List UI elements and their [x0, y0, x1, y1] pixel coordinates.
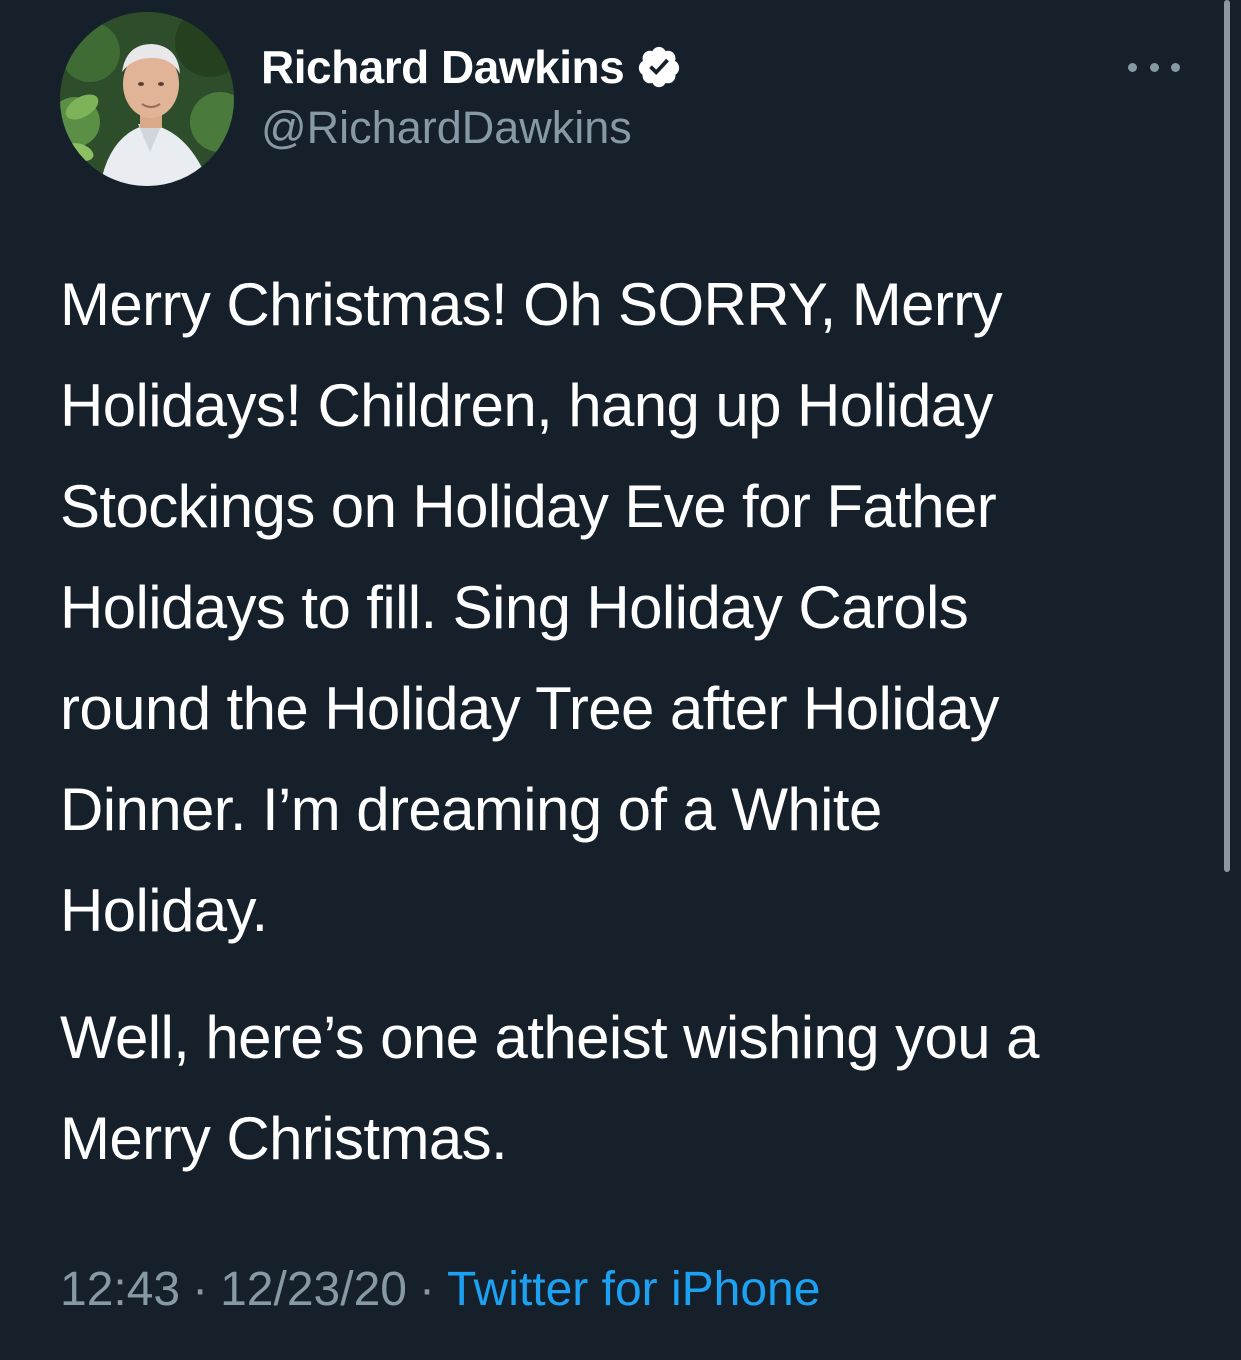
avatar[interactable] [60, 12, 234, 186]
verified-badge-icon [636, 44, 682, 90]
author-name[interactable]: Richard Dawkins [261, 40, 625, 94]
more-dot [1171, 62, 1180, 72]
tweet-meta: 12:43 · 12/23/20 · Twitter for iPhone [60, 1262, 820, 1317]
scrollbar[interactable] [1224, 0, 1230, 872]
tweet-text: Merry Christmas! Oh SORRY, Merry Holiday… [60, 254, 1180, 1189]
more-options-icon[interactable] [1128, 52, 1180, 82]
tweet-source-link[interactable]: Twitter for iPhone [447, 1262, 821, 1317]
tweet-paragraph: Merry Christmas! Oh SORRY, Merry Holiday… [60, 271, 1003, 944]
tweet-paragraph: Well, here’s one atheist wishing you a M… [60, 1004, 1039, 1172]
author-name-row[interactable]: Richard Dawkins [261, 38, 682, 96]
tweet-date: 12/23/20 [220, 1263, 407, 1316]
more-dot [1149, 62, 1159, 72]
tweet-time: 12:43 [60, 1263, 181, 1316]
tweet-card: Richard Dawkins @RichardDawkins Merry Ch… [0, 0, 1241, 1360]
author-handle[interactable]: @RichardDawkins [261, 102, 632, 154]
profile-photo [60, 12, 234, 186]
meta-separator: · [418, 1263, 435, 1316]
more-dot [1128, 62, 1137, 72]
meta-separator: · [192, 1263, 209, 1316]
